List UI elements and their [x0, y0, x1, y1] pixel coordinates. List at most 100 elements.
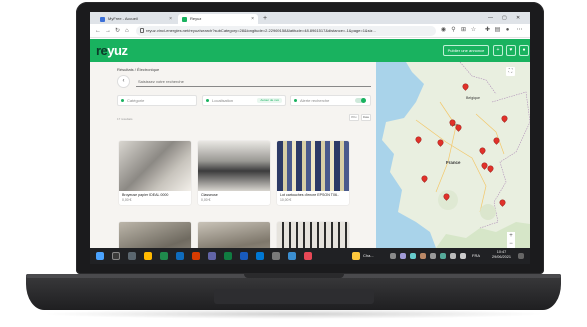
- reyuz-favicon-icon: [182, 17, 187, 22]
- category-icon: [121, 99, 124, 102]
- location-icon[interactable]: ◉: [440, 27, 447, 34]
- task-view-icon[interactable]: [128, 252, 136, 260]
- close-icon[interactable]: ×: [169, 14, 172, 24]
- alert-filter[interactable]: Alerte recherche: [290, 95, 371, 106]
- tray-icon[interactable]: [410, 253, 416, 259]
- weather-text: Cha...: [363, 253, 374, 258]
- weather-icon[interactable]: [352, 252, 360, 260]
- edge-icon[interactable]: [176, 252, 184, 260]
- close-window-icon[interactable]: ✕: [516, 12, 520, 24]
- clock[interactable]: 10:47 29/06/2021: [492, 250, 511, 260]
- map-zoom-out-button[interactable]: −: [507, 240, 515, 248]
- alert-toggle[interactable]: [355, 98, 366, 103]
- tab-myfree[interactable]: MyFree - Accueil ×: [96, 14, 176, 24]
- location-filter[interactable]: Localisation Autour de moi: [202, 95, 286, 106]
- search-icon[interactable]: [112, 252, 120, 260]
- lock-icon: [140, 28, 144, 33]
- url-field[interactable]: reyuz.vinci-energies.net/reyuz/search?su…: [136, 26, 436, 36]
- location-filter-label: Localisation: [212, 98, 234, 103]
- tray-icon[interactable]: [420, 253, 426, 259]
- word-icon[interactable]: [240, 252, 248, 260]
- url-text: reyuz.vinci-energies.net/reyuz/search?su…: [146, 28, 376, 33]
- sort-price-button[interactable]: Prix: [349, 114, 359, 121]
- wifi-icon[interactable]: [450, 253, 456, 259]
- app-icon[interactable]: [272, 252, 280, 260]
- favorite-star-icon[interactable]: ☆: [470, 27, 477, 34]
- laptop-shadow: [40, 309, 547, 319]
- category-filter[interactable]: Catégorie: [117, 95, 197, 106]
- listing-title: Lot cartouches d'encre EPSON T06..: [280, 193, 339, 197]
- listing-price: 0,00 €: [201, 198, 211, 202]
- reload-icon[interactable]: ↻: [115, 26, 120, 36]
- map-terrain: [382, 62, 530, 248]
- plus-icon[interactable]: +: [493, 45, 503, 56]
- app-icon[interactable]: [288, 252, 296, 260]
- tray-icon[interactable]: [400, 253, 406, 259]
- collections-icon[interactable]: ▤: [494, 27, 501, 34]
- listing-price: 10,00 €: [280, 198, 292, 202]
- excel-icon[interactable]: [224, 252, 232, 260]
- alert-filter-label: Alerte recherche: [300, 98, 330, 103]
- file-explorer-icon[interactable]: [144, 252, 152, 260]
- site-header: reyuz Publier une annonce + ♥ ●: [90, 39, 530, 62]
- laptop-trackpad: [214, 289, 374, 304]
- tray-icon[interactable]: [390, 253, 396, 259]
- heart-icon[interactable]: ♥: [506, 45, 516, 56]
- forward-arrow-icon[interactable]: →: [105, 26, 111, 36]
- user-icon[interactable]: ●: [519, 45, 529, 56]
- bell-icon: [294, 99, 297, 102]
- language-indicator[interactable]: FRA: [472, 252, 480, 260]
- zoom-icon[interactable]: ⚲: [450, 27, 457, 34]
- myfree-favicon-icon: [100, 17, 105, 22]
- result-count: 17 résultats: [117, 117, 133, 121]
- extension-icon[interactable]: ⊞: [460, 27, 467, 34]
- puzzle-icon[interactable]: ✚: [484, 27, 491, 34]
- category-filter-label: Catégorie: [127, 98, 145, 103]
- map-fullscreen-button[interactable]: ⛶: [506, 67, 515, 76]
- app-icon[interactable]: [304, 252, 312, 260]
- more-menu-icon[interactable]: ⋯: [516, 27, 523, 34]
- location-pin-icon: [206, 99, 209, 102]
- map-label-france: France: [446, 160, 461, 165]
- listing-card[interactable]: [119, 222, 191, 248]
- search-input[interactable]: Saisissez votre recherche: [136, 78, 371, 87]
- listing-card[interactable]: [277, 222, 349, 248]
- powerpoint-icon[interactable]: [192, 252, 200, 260]
- around-me-chip[interactable]: Autour de moi: [257, 98, 282, 103]
- listing-card[interactable]: Classeuse 0,00 €: [198, 141, 270, 205]
- outlook-icon[interactable]: [256, 252, 264, 260]
- listing-card[interactable]: Broyeuse papier IDEAL 0000 0,00 €: [119, 141, 191, 205]
- breadcrumb: Résultats / Électronique: [117, 67, 160, 72]
- listing-card[interactable]: [198, 222, 270, 248]
- teams-icon[interactable]: [208, 252, 216, 260]
- back-button[interactable]: ‹: [117, 75, 130, 88]
- listing-photo: [277, 222, 349, 248]
- browser-address-bar: ← → ↻ ⌂ reyuz.vinci-energies.net/reyuz/s…: [90, 24, 530, 38]
- listing-card[interactable]: Lot cartouches d'encre EPSON T06.. 10,00…: [277, 141, 349, 205]
- back-arrow-icon[interactable]: ←: [95, 26, 101, 36]
- minimize-icon[interactable]: —: [488, 12, 493, 24]
- sort-date-button[interactable]: Date: [361, 114, 371, 121]
- listing-photo: [277, 141, 349, 191]
- post-ad-button[interactable]: Publier une annonce: [443, 45, 489, 56]
- map-zoom-in-button[interactable]: +: [507, 232, 515, 240]
- new-tab-button[interactable]: +: [263, 13, 267, 24]
- reyuz-logo[interactable]: reyuz: [96, 43, 128, 58]
- notification-icon[interactable]: [518, 253, 524, 259]
- volume-icon[interactable]: [460, 253, 466, 259]
- tray-icon[interactable]: [430, 253, 436, 259]
- maximize-icon[interactable]: ▢: [502, 12, 507, 24]
- listing-photo: [198, 141, 270, 191]
- home-icon[interactable]: ⌂: [125, 26, 129, 36]
- browser-tab-bar: MyFree - Accueil × Reyuz × + — ▢ ✕: [90, 12, 530, 24]
- tab-reyuz[interactable]: Reyuz ×: [178, 14, 258, 24]
- start-windows-icon[interactable]: [96, 252, 104, 260]
- chrome-icon[interactable]: [160, 252, 168, 260]
- tray-icon[interactable]: [440, 253, 446, 259]
- results-map[interactable]: Belgique France Paris ⛶ + −: [376, 62, 530, 248]
- close-icon[interactable]: ×: [251, 14, 254, 24]
- clock-date: 29/06/2021: [492, 255, 512, 259]
- profile-icon[interactable]: ●: [504, 27, 511, 34]
- listing-price: 0,00 €: [122, 198, 132, 202]
- map-label-belgium: Belgique: [466, 96, 480, 100]
